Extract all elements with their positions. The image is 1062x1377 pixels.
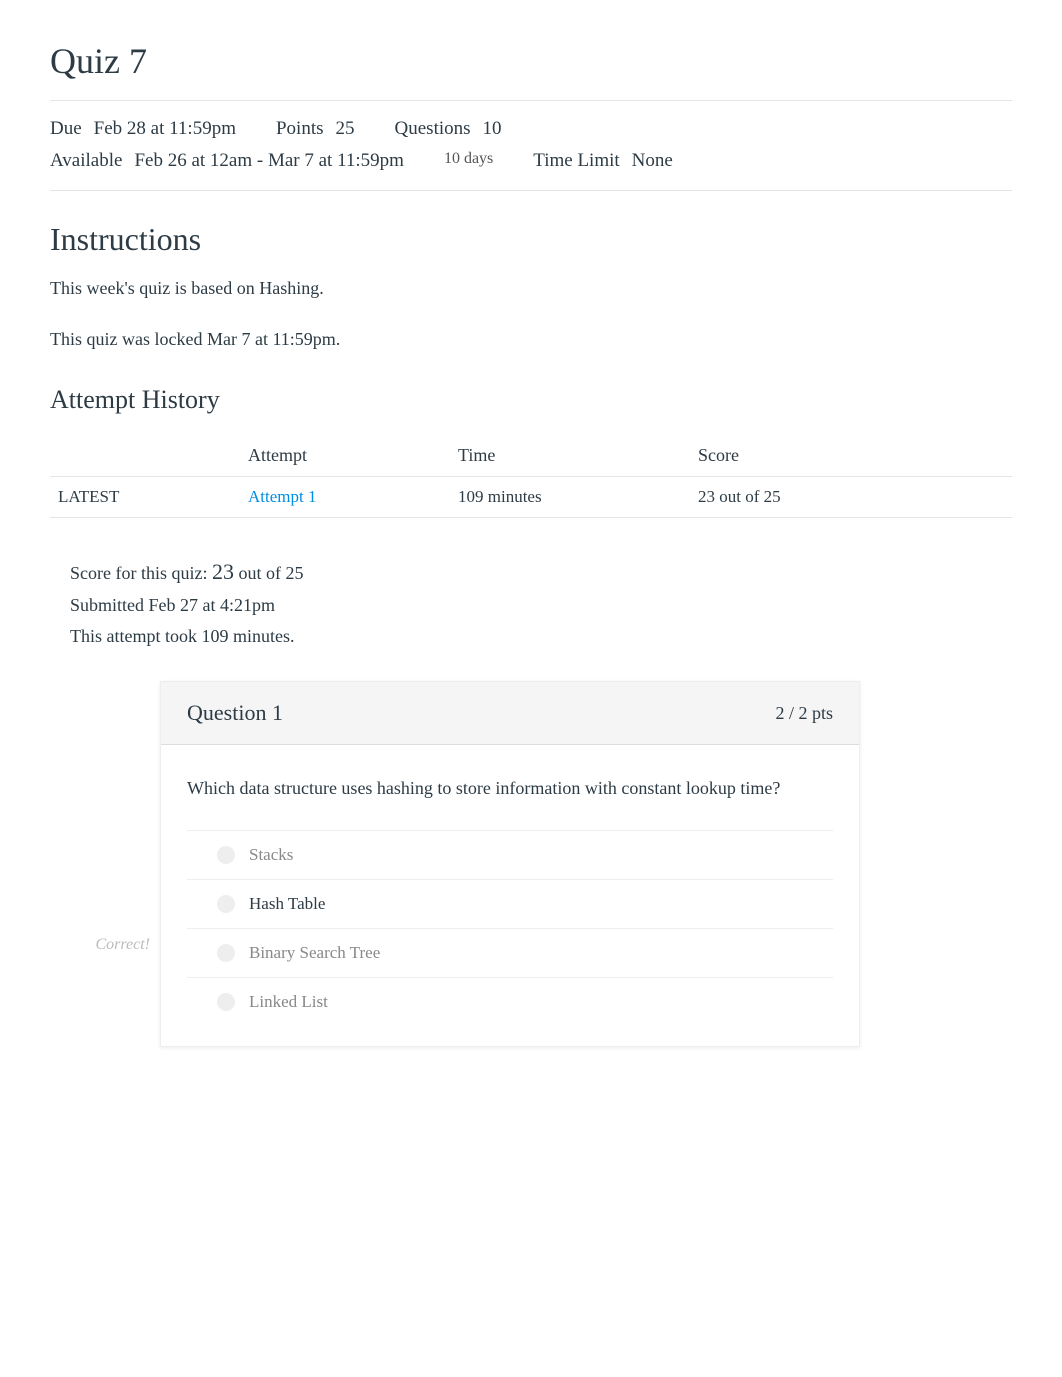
question-body: Which data structure uses hashing to sto… (161, 745, 859, 1046)
question-text: Which data structure uses hashing to sto… (187, 775, 833, 802)
meta-due-label: Due (50, 113, 82, 145)
meta-timelimit-value: None (632, 145, 673, 177)
submitted-line: Submitted Feb 27 at 4:21pm (70, 590, 1012, 621)
answer-option: Binary Search Tree (187, 928, 833, 977)
meta-due-value: Feb 28 at 11:59pm (94, 113, 236, 145)
question-title: Question 1 (187, 700, 283, 726)
attempt-time: 109 minutes (450, 476, 690, 517)
score-summary: Score for this quiz: 23 out of 25 Submit… (70, 553, 1012, 652)
score-value: 23 (212, 559, 234, 584)
table-header-attempt: Attempt (240, 435, 450, 477)
meta-timelimit: Time Limit None (533, 145, 673, 177)
table-header-time: Time (450, 435, 690, 477)
question-sidebar: Correct! (50, 681, 160, 1047)
meta-available-sub: 10 days (444, 145, 493, 177)
answer-text: Binary Search Tree (249, 943, 380, 963)
quiz-title: Quiz 7 (50, 40, 1012, 82)
meta-questions-label: Questions (395, 113, 471, 145)
meta-timelimit-label: Time Limit (533, 145, 619, 177)
meta-available-label: Available (50, 145, 122, 177)
attempt-score: 23 out of 25 (690, 476, 1012, 517)
correct-label: Correct! (50, 936, 160, 954)
answer-option: Hash Table (187, 879, 833, 928)
quiz-meta: Due Feb 28 at 11:59pm Points 25 Question… (50, 100, 1012, 191)
answer-text: Hash Table (249, 894, 325, 914)
table-header-status (50, 435, 240, 477)
score-suffix: out of 25 (238, 563, 303, 583)
answer-option: Linked List (187, 977, 833, 1026)
question-header: Question 1 2 / 2 pts (161, 682, 859, 745)
instructions-heading: Instructions (50, 221, 1012, 258)
meta-due: Due Feb 28 at 11:59pm (50, 113, 236, 145)
meta-points-value: 25 (336, 113, 355, 145)
meta-available-days: 10 days (444, 145, 493, 177)
attempt-history-table: Attempt Time Score LATEST Attempt 1 109 … (50, 435, 1012, 518)
question-points: 2 / 2 pts (775, 703, 833, 724)
table-row: LATEST Attempt 1 109 minutes 23 out of 2… (50, 476, 1012, 517)
meta-available: Available Feb 26 at 12am - Mar 7 at 11:5… (50, 145, 404, 177)
instructions-text: This week's quiz is based on Hashing. (50, 278, 1012, 299)
meta-points-label: Points (276, 113, 324, 145)
meta-points: Points 25 (276, 113, 355, 145)
score-label: Score for this quiz: (70, 563, 207, 583)
radio-icon (217, 993, 235, 1011)
radio-icon (217, 944, 235, 962)
answer-text: Linked List (249, 992, 328, 1012)
meta-questions: Questions 10 (395, 113, 502, 145)
answer-option: Stacks (187, 830, 833, 879)
meta-questions-value: 10 (483, 113, 502, 145)
radio-icon (217, 846, 235, 864)
question-wrapper: Correct! Question 1 2 / 2 pts Which data… (50, 681, 1012, 1047)
locked-text: This quiz was locked Mar 7 at 11:59pm. (50, 329, 1012, 350)
attempt-history-heading: Attempt History (50, 385, 1012, 415)
radio-icon (217, 895, 235, 913)
table-header-score: Score (690, 435, 1012, 477)
attempt-link[interactable]: Attempt 1 (248, 487, 316, 506)
attempt-status: LATEST (50, 476, 240, 517)
duration-line: This attempt took 109 minutes. (70, 621, 1012, 652)
meta-available-value: Feb 26 at 12am - Mar 7 at 11:59pm (134, 145, 403, 177)
answer-text: Stacks (249, 845, 293, 865)
question-box: Question 1 2 / 2 pts Which data structur… (160, 681, 860, 1047)
